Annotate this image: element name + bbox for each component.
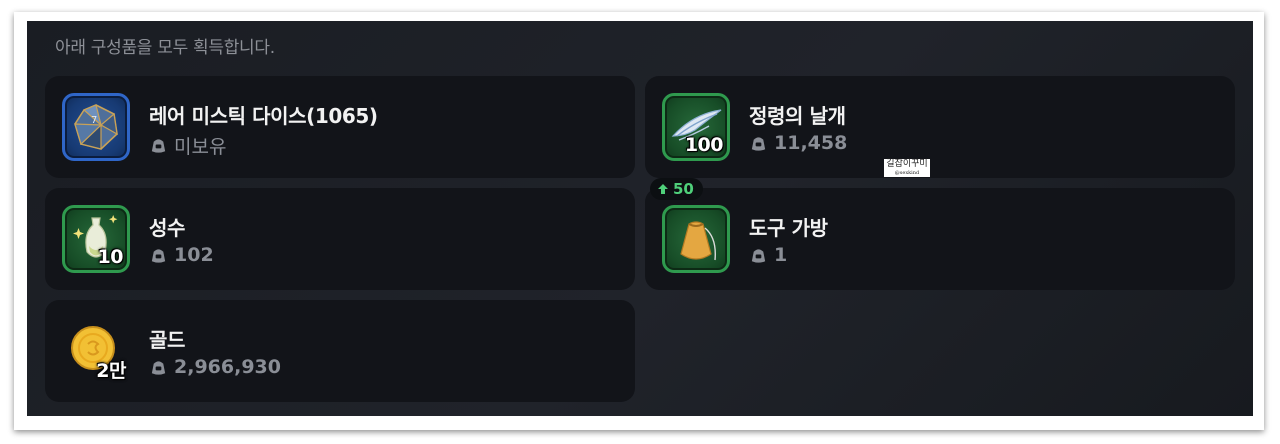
owned-count: 2,966,930 [174,356,281,378]
item-quantity: 100 [684,134,724,156]
components-description: 아래 구성품을 모두 획득합니다. [55,38,275,58]
item-quantity: 2만 [96,360,126,382]
watermark-subtext: @sexkind [894,170,920,176]
item-name: 성수 [149,216,185,240]
item-icon-frame: 2만 [62,317,130,385]
owned-count: 102 [174,244,214,266]
inventory-bag-icon [151,139,166,153]
item-name: 골드 [149,328,185,352]
owned-count-row: 2,966,930 [149,356,281,378]
inventory-bag-icon [151,248,166,263]
level-up-arrow-icon [658,184,668,194]
watermark: 길잡이꾸미 @sexkind [884,159,930,177]
item-icon-frame: 10 [62,205,130,273]
owned-count-row: 미보유 [149,132,226,159]
reward-item-card[interactable]: 2만 골드 2,966,930 [45,300,635,402]
owned-count: 미보유 [174,136,227,158]
item-icon-frame: 100 [662,93,730,161]
watermark-text: 길잡이꾸미 [886,159,928,169]
level-badge: 50 [650,178,703,200]
reward-item-card[interactable]: 100 정령의 날개 11,458 [645,76,1235,178]
item-icon-frame [662,205,730,273]
level-value: 50 [673,180,694,198]
svg-text:7: 7 [91,115,97,126]
owned-count-row: 102 [149,244,214,266]
mystic-dice-icon: 7 [74,104,118,150]
item-name: 정령의 날개 [749,104,846,128]
reward-components-panel: 아래 구성품을 모두 획득합니다. 7 레어 미스틱 다이스(1065) 미보유 [27,21,1253,416]
item-quantity: 10 [97,246,124,268]
reward-item-card[interactable]: 10 성수 102 [45,188,635,290]
reward-item-card[interactable]: 7 레어 미스틱 다이스(1065) 미보유 [45,76,635,178]
item-icon-frame: 7 [62,93,130,161]
reward-item-card[interactable]: 50 도구 가방 1 [645,178,1235,290]
owned-count: 11,458 [774,132,848,154]
item-name: 도구 가방 [749,216,828,240]
inventory-bag-icon [751,248,766,263]
item-name: 레어 미스틱 다이스(1065) [149,104,378,128]
owned-count: 1 [774,244,788,266]
owned-count-row: 1 [749,244,787,266]
owned-count-row: 11,458 [749,132,847,154]
tool-bag-icon [680,221,716,261]
inventory-bag-icon [151,360,166,375]
inventory-bag-icon [751,136,766,151]
